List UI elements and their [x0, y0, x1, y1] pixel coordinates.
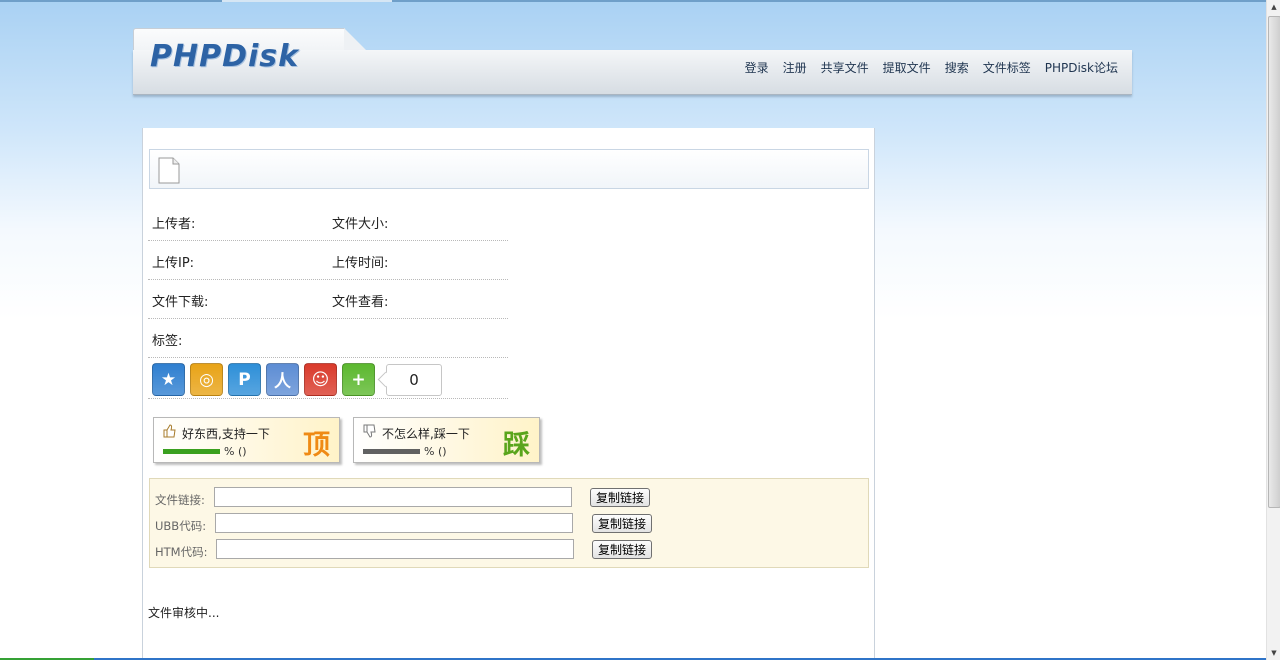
scroll-down-icon[interactable]: ▼: [1268, 646, 1280, 660]
more-share-icon[interactable]: +: [342, 363, 375, 396]
htm-code-input[interactable]: [216, 539, 574, 559]
nav-forum[interactable]: PHPDisk论坛: [1045, 59, 1118, 76]
copy-ubb-button[interactable]: 复制链接: [592, 514, 653, 533]
file-detail-panel: 上传者: 文件大小: 上传IP: 上传时间: 文件下载: 文件查看: 标签: ★…: [142, 128, 875, 660]
thumbs-up-icon: [163, 424, 176, 438]
ubb-code-row: UBB代码: 复制链接: [155, 513, 865, 537]
file-icon: [158, 157, 180, 184]
vote-down-percent: % (): [424, 445, 447, 458]
info-row: 上传者: 文件大小:: [148, 202, 508, 241]
share-divider: [148, 398, 508, 399]
site-header: PHPDisk 登录 注册 共享文件 提取文件 搜索 文件标签 PHPDisk论…: [133, 28, 1132, 95]
file-link-row: 文件链接: 复制链接: [155, 487, 865, 511]
vote-up-box[interactable]: 好东西,支持一下 % () 顶: [153, 417, 340, 463]
file-link-input[interactable]: [214, 487, 572, 507]
copy-htm-button[interactable]: 复制链接: [592, 540, 653, 559]
vote-up-label: 好东西,支持一下: [182, 427, 270, 441]
browser-top-border: [0, 0, 1266, 2]
info-row: 文件下载: 文件查看:: [148, 280, 508, 319]
ubb-code-input[interactable]: [215, 513, 573, 533]
vote-up-character: 顶: [303, 430, 330, 461]
vote-up-percent: % (): [224, 445, 247, 458]
htm-code-row: HTM代码: 复制链接: [155, 539, 865, 563]
copy-file-link-button[interactable]: 复制链接: [590, 488, 651, 507]
nav-extract-file[interactable]: 提取文件: [883, 59, 931, 76]
thumbs-down-icon: [363, 424, 376, 438]
file-title-box: [149, 149, 869, 189]
vote-down-bar: [363, 449, 420, 454]
htm-code-label: HTM代码:: [155, 545, 208, 559]
info-row: 上传IP: 上传时间:: [148, 241, 508, 280]
file-info-table: 上传者: 文件大小: 上传IP: 上传时间: 文件下载: 文件查看: 标签:: [148, 202, 508, 358]
link-codes-box: 文件链接: 复制链接 UBB代码: 复制链接 HTM代码: 复制链接: [149, 478, 869, 568]
vertical-scrollbar[interactable]: ▲ ▼: [1266, 0, 1280, 660]
share-count: 0: [386, 363, 442, 396]
downloads-label: 文件下载:: [152, 295, 209, 310]
nav-file-tags[interactable]: 文件标签: [983, 59, 1031, 76]
nav-login[interactable]: 登录: [745, 59, 769, 76]
vote-down-label: 不怎么样,踩一下: [382, 427, 470, 441]
qzone-icon[interactable]: ★: [152, 363, 185, 396]
share-bar: ★ ◎ P 人 ☺ + 0: [152, 363, 442, 396]
nav-public-files[interactable]: 共享文件: [821, 59, 869, 76]
scroll-thumb[interactable]: [1268, 16, 1280, 508]
nav-search[interactable]: 搜索: [945, 59, 969, 76]
views-label: 文件查看:: [332, 295, 389, 310]
renren-icon[interactable]: 人: [266, 363, 299, 396]
kaixin-icon[interactable]: ☺: [304, 363, 337, 396]
vote-down-character: 踩: [503, 430, 530, 461]
top-nav: 登录 注册 共享文件 提取文件 搜索 文件标签 PHPDisk论坛: [731, 59, 1118, 76]
uploader-label: 上传者:: [152, 217, 196, 232]
info-row: 标签:: [148, 319, 508, 358]
file-size-label: 文件大小:: [332, 217, 389, 232]
browser-tab-highlight: [222, 0, 392, 2]
vote-up-bar: [163, 449, 220, 454]
pengyou-icon[interactable]: P: [228, 363, 261, 396]
upload-time-label: 上传时间:: [332, 256, 389, 271]
file-link-label: 文件链接:: [155, 493, 205, 507]
nav-register[interactable]: 注册: [783, 59, 807, 76]
weibo-icon[interactable]: ◎: [190, 363, 223, 396]
review-status: 文件审核中...: [148, 606, 220, 620]
scroll-up-icon[interactable]: ▲: [1268, 0, 1280, 14]
upload-ip-label: 上传IP:: [152, 256, 195, 271]
tags-label: 标签:: [152, 334, 183, 349]
ubb-code-label: UBB代码:: [155, 519, 207, 533]
vote-down-box[interactable]: 不怎么样,踩一下 % () 踩: [353, 417, 540, 463]
site-logo[interactable]: PHPDisk: [150, 39, 299, 74]
